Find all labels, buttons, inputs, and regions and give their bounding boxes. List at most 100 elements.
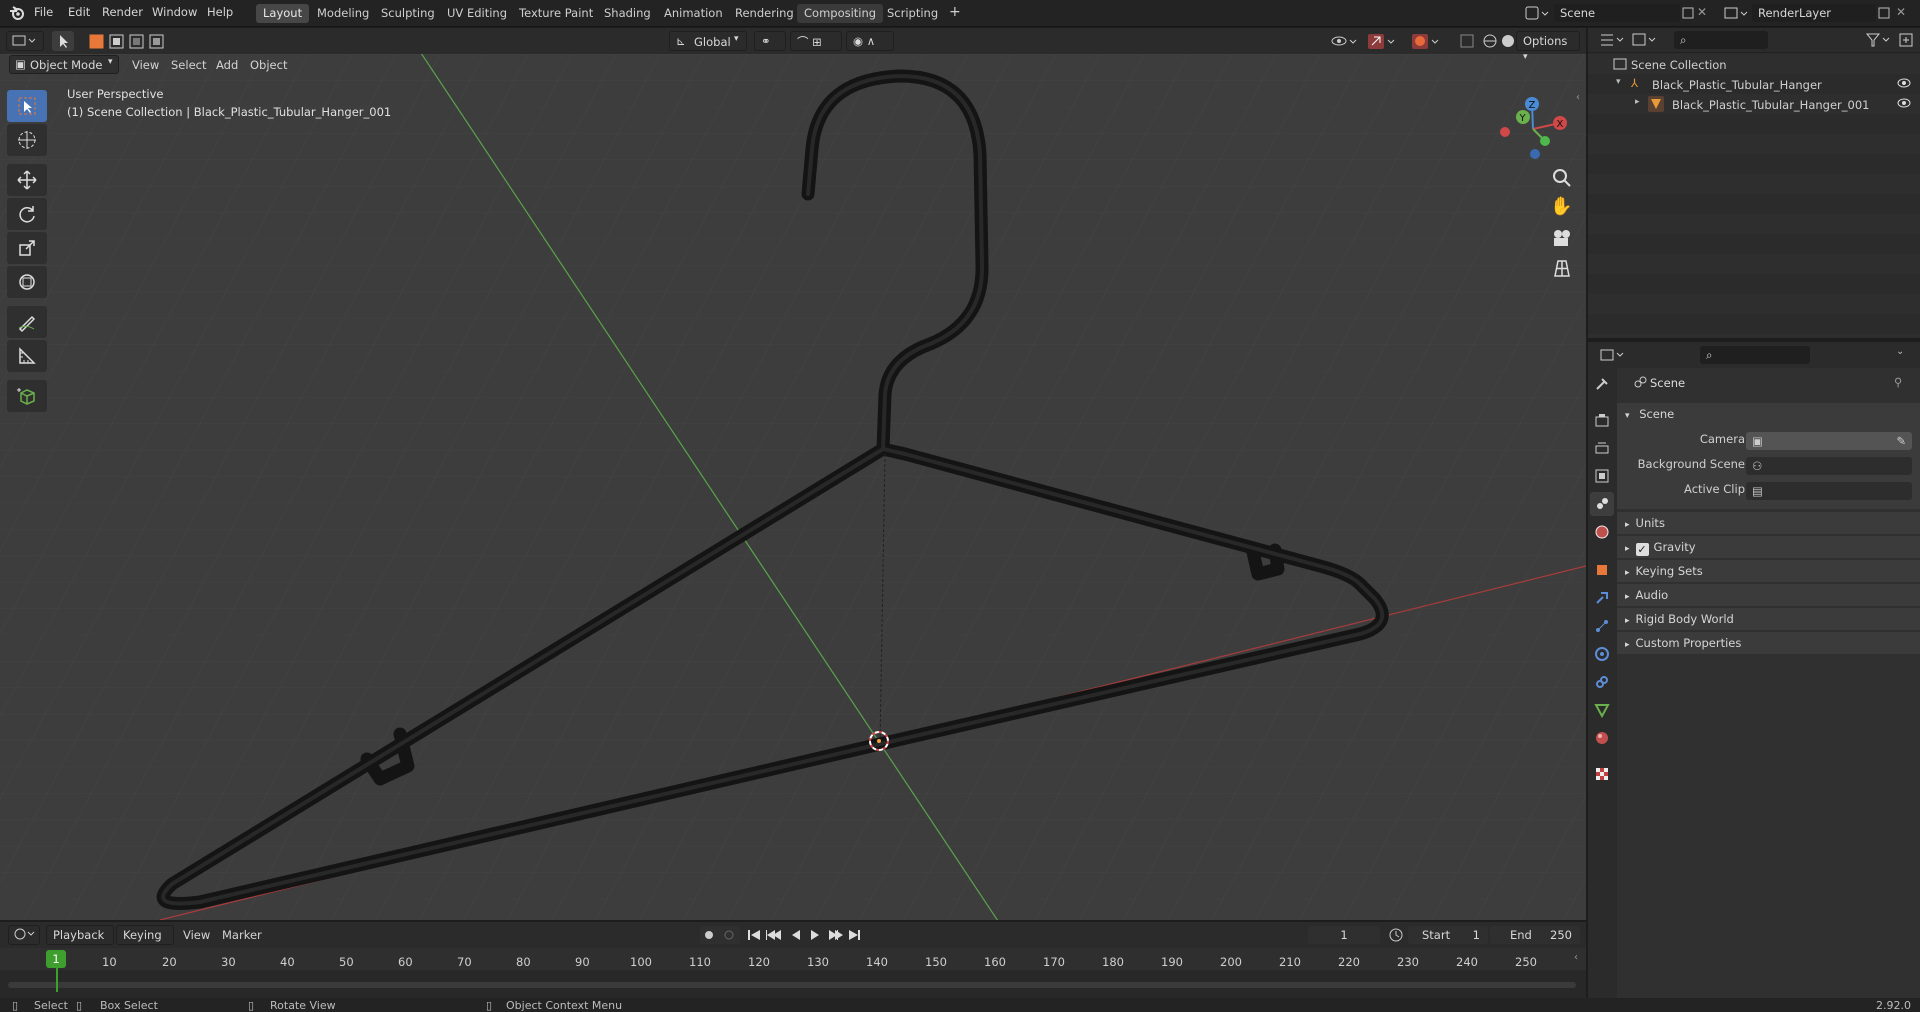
keying-sets-panel-header[interactable]: ▸ Keying Sets: [1617, 560, 1920, 582]
chevron-down-icon[interactable]: ⌄: [1896, 346, 1904, 357]
outliner-item-hanger[interactable]: ▾ ⅄ Black_Plastic_Tubular_Hanger: [1588, 74, 1920, 94]
eye-icon[interactable]: [1896, 96, 1912, 110]
measure-tool[interactable]: [7, 340, 47, 372]
active-clip-field[interactable]: ▤: [1746, 482, 1912, 500]
output-properties-icon[interactable]: [1590, 436, 1614, 460]
horizontal-scrollbar[interactable]: [8, 982, 1576, 988]
viewport-menu-add[interactable]: Add: [216, 58, 238, 72]
audio-panel-header[interactable]: ▸ Audio: [1617, 584, 1920, 606]
cursor-tool[interactable]: [7, 124, 47, 156]
modifier-properties-icon[interactable]: [1590, 586, 1614, 610]
rigid-body-world-panel-header[interactable]: ▸ Rigid Body World: [1617, 608, 1920, 630]
start-frame-field[interactable]: Start 1: [1408, 926, 1488, 944]
keying-dropdown[interactable]: Keying ▾: [116, 925, 174, 956]
proportional-editing[interactable]: ◉ ∧: [846, 31, 894, 51]
use-preview-range-icon[interactable]: [1388, 927, 1406, 943]
playback-controls[interactable]: [745, 926, 865, 944]
tab-layout[interactable]: Layout: [256, 4, 310, 23]
3d-viewport[interactable]: User Perspective (1) Scene Collection | …: [0, 54, 1586, 920]
options-dropdown[interactable]: Options ▾: [1516, 31, 1580, 62]
texture-properties-icon[interactable]: [1590, 762, 1614, 786]
object-properties-icon[interactable]: [1590, 558, 1614, 582]
tool-properties-icon[interactable]: [1590, 372, 1614, 396]
units-panel-header[interactable]: ▸ Units: [1617, 512, 1920, 534]
menu-help[interactable]: Help: [207, 5, 233, 19]
selection-mode-icons[interactable]: [88, 33, 184, 49]
new-layer-icon[interactable]: [1876, 5, 1892, 21]
viewport-menu-view[interactable]: View: [132, 58, 159, 72]
timeline-editor-type[interactable]: [8, 925, 40, 945]
scene-panel-header[interactable]: ▾ Scene: [1617, 403, 1920, 425]
transform-orientation-dropdown[interactable]: ⊾ Global ▾: [669, 31, 747, 51]
menu-window[interactable]: Window: [152, 5, 197, 19]
menu-edit[interactable]: Edit: [68, 5, 90, 19]
tab-shading[interactable]: Shading: [597, 4, 658, 23]
select-tool-icon[interactable]: [52, 31, 74, 51]
display-mode-icon[interactable]: [1630, 31, 1660, 49]
add-cube-tool[interactable]: [7, 380, 47, 412]
overlays-toggle-icon[interactable]: [1410, 32, 1440, 50]
navigation-gizmo[interactable]: Z X Y: [1490, 84, 1570, 164]
scene-name-field[interactable]: Scene: [1554, 4, 1680, 22]
menu-render[interactable]: Render: [102, 5, 143, 19]
constraint-properties-icon[interactable]: [1590, 670, 1614, 694]
add-workspace-button[interactable]: +: [942, 2, 968, 21]
timeline-menu-view[interactable]: View: [183, 928, 210, 942]
editor-type-button[interactable]: [6, 31, 44, 51]
gravity-checkbox[interactable]: ✓: [1635, 543, 1649, 556]
sidebar-toggle-icon[interactable]: ‹: [1576, 92, 1580, 103]
tab-compositing[interactable]: Compositing: [797, 4, 884, 23]
pin-icon[interactable]: ⚲: [1894, 375, 1902, 389]
delete-layer-icon[interactable]: ✕: [1896, 5, 1906, 19]
new-scene-icon[interactable]: [1680, 5, 1696, 21]
tab-scripting[interactable]: Scripting: [880, 4, 945, 23]
viewport-menu-select[interactable]: Select: [171, 58, 206, 72]
tab-sculpting[interactable]: Sculpting: [374, 4, 442, 23]
move-tool[interactable]: [7, 164, 47, 196]
expand-chevron-icon[interactable]: ▸: [1635, 97, 1640, 107]
camera-view-icon[interactable]: [1550, 226, 1574, 250]
timeline-menu-marker[interactable]: Marker: [222, 928, 262, 942]
scene-properties-icon[interactable]: [1590, 492, 1614, 516]
tab-uv-editing[interactable]: UV Editing: [440, 4, 514, 23]
end-frame-field[interactable]: End 250: [1490, 926, 1580, 944]
properties-search-input[interactable]: ⌕: [1700, 346, 1810, 364]
custom-properties-panel-header[interactable]: ▸ Custom Properties: [1617, 632, 1920, 654]
outliner-item-hanger-001[interactable]: ▸ Black_Plastic_Tubular_Hanger_001: [1588, 94, 1920, 114]
delete-scene-icon[interactable]: ✕: [1697, 5, 1707, 19]
mode-dropdown[interactable]: ▣ Object Mode ▾: [9, 55, 119, 74]
particle-properties-icon[interactable]: [1590, 614, 1614, 638]
blender-logo-icon[interactable]: [8, 5, 26, 21]
filter-icon[interactable]: [1864, 31, 1894, 49]
view-layer-field[interactable]: RenderLayer: [1752, 4, 1876, 22]
physics-properties-icon[interactable]: [1590, 642, 1614, 666]
data-properties-icon[interactable]: [1590, 698, 1614, 722]
view-layer-properties-icon[interactable]: [1590, 464, 1614, 488]
material-properties-icon[interactable]: [1590, 726, 1614, 750]
record-button[interactable]: [700, 926, 740, 944]
current-frame-field[interactable]: 1: [1308, 926, 1380, 944]
expand-chevron-icon[interactable]: ▾: [1616, 77, 1621, 87]
visibility-dropdown-icon[interactable]: [1330, 32, 1360, 50]
world-properties-icon[interactable]: [1590, 520, 1614, 544]
eyedropper-icon[interactable]: ✎: [1896, 434, 1906, 448]
properties-editor-type-icon[interactable]: [1598, 346, 1628, 364]
scene-selector-icon[interactable]: [1524, 4, 1552, 22]
menu-file[interactable]: File: [34, 5, 53, 19]
new-collection-icon[interactable]: [1897, 31, 1915, 49]
current-frame-marker[interactable]: 1: [46, 950, 66, 968]
select-box-tool[interactable]: [7, 90, 47, 122]
background-scene-field[interactable]: ⚇: [1746, 457, 1912, 475]
view-layer-selector-icon[interactable]: [1722, 4, 1752, 22]
sidebar-toggle-icon[interactable]: ‹: [1574, 952, 1578, 963]
snap-dropdown[interactable]: ⌒ ⊞: [790, 31, 842, 51]
camera-field[interactable]: ▣ ✎: [1746, 432, 1912, 450]
tab-modeling[interactable]: Modeling: [310, 4, 376, 23]
xray-toggle-icon[interactable]: [1458, 32, 1476, 50]
pivot-point-dropdown[interactable]: ⚭: [754, 31, 786, 51]
scale-tool[interactable]: [7, 232, 47, 264]
gizmo-toggle-icon[interactable]: [1366, 32, 1396, 50]
tab-animation[interactable]: Animation: [657, 4, 730, 23]
playback-dropdown[interactable]: Playback ▾: [46, 925, 114, 956]
transform-tool[interactable]: [7, 266, 47, 298]
